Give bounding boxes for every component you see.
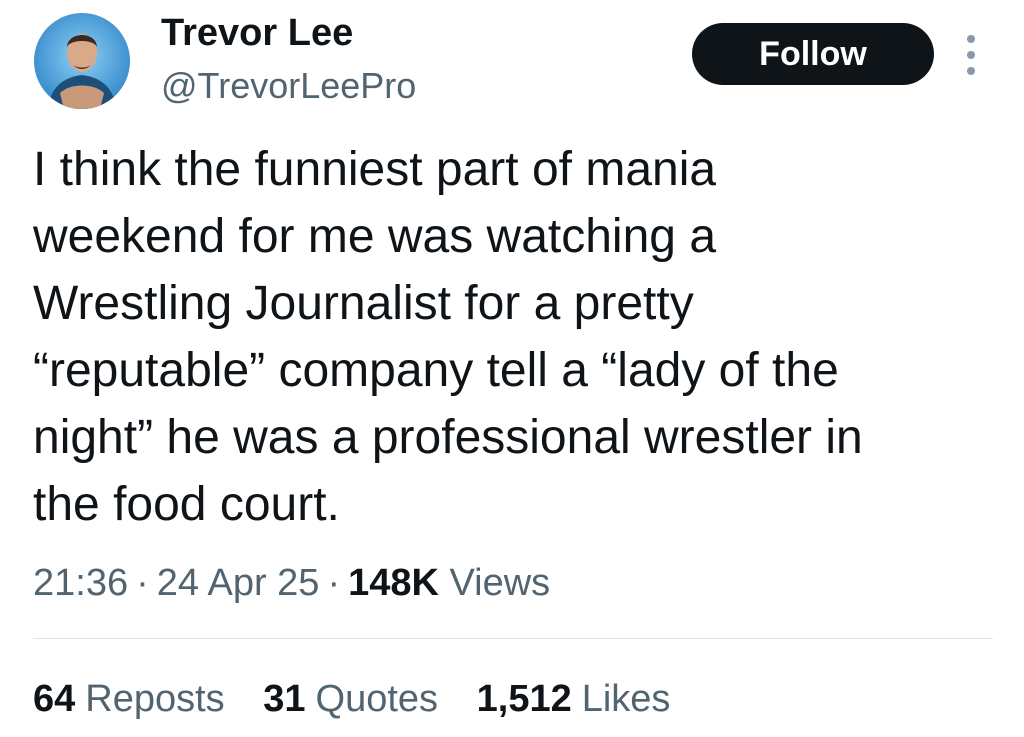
reposts-label: Reposts xyxy=(85,678,225,720)
tweet-card: Trevor Lee @TrevorLeePro Follow I think … xyxy=(0,0,1024,737)
avatar[interactable] xyxy=(34,13,130,109)
quotes-count: 31 xyxy=(263,678,306,720)
more-options-button[interactable] xyxy=(956,30,986,80)
user-handle[interactable]: @TrevorLeePro xyxy=(161,64,416,108)
views-count: 148K xyxy=(348,562,439,604)
tweet-text: I think the funniest part of mania weeke… xyxy=(33,143,863,531)
more-vertical-icon xyxy=(967,35,975,75)
likes-count: 1,512 xyxy=(476,678,572,720)
engagement-stats: 64 Reposts 31 Quotes 1,512 Likes xyxy=(33,674,698,724)
tweet-meta: 21:36 · 24 Apr 25 · 148K Views xyxy=(33,558,550,608)
meta-separator: · xyxy=(136,562,149,604)
quotes-label: Quotes xyxy=(315,678,439,720)
avatar-image xyxy=(34,13,130,109)
likes-label: Likes xyxy=(581,678,671,720)
views-label: Views xyxy=(449,562,551,604)
display-name[interactable]: Trevor Lee xyxy=(161,10,353,56)
reposts-stat[interactable]: 64 Reposts xyxy=(33,678,225,720)
tweet-date[interactable]: 24 Apr 25 xyxy=(157,562,320,604)
tweet-time[interactable]: 21:36 xyxy=(33,562,128,604)
meta-separator: · xyxy=(327,562,341,604)
likes-stat[interactable]: 1,512 Likes xyxy=(477,678,671,720)
reposts-count: 64 xyxy=(33,678,76,720)
follow-button[interactable]: Follow xyxy=(692,23,934,85)
quotes-stat[interactable]: 31 Quotes xyxy=(263,678,438,720)
divider xyxy=(33,638,993,639)
